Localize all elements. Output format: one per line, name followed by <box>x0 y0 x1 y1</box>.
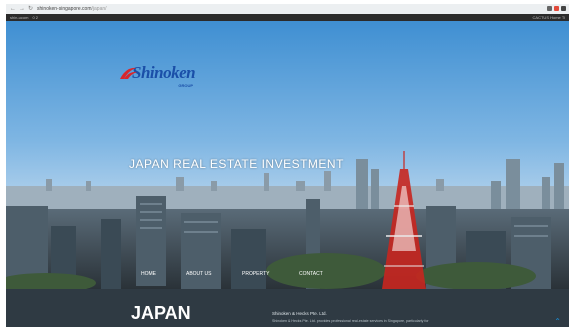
section-title: JAPAN <box>131 303 191 323</box>
hero-headline: JAPAN REAL ESTATE INVESTMENT <box>129 157 344 171</box>
logo-group-text: GROUP <box>178 83 194 88</box>
nav-contact[interactable]: CONTACT <box>299 271 323 277</box>
address-bar[interactable]: ← → ↻ shinoken-singapore.com/japan/ <box>6 4 569 14</box>
extension-icon[interactable] <box>554 6 559 11</box>
nav-home[interactable]: HOME <box>141 271 156 277</box>
tokyo-skyline-image <box>6 21 569 289</box>
shinoken-logo[interactable]: Shinoken GROUP <box>120 63 196 88</box>
bookmark-item[interactable]: 0 2 <box>32 14 38 21</box>
url-path: /japan/ <box>91 6 107 12</box>
back-icon[interactable]: ← <box>10 4 16 14</box>
hero-banner: Shinoken GROUP JAPAN REAL ESTATE INVESTM… <box>6 21 569 289</box>
main-nav: HOME ABOUT US PROPERTY CONTACT <box>6 271 569 283</box>
nav-about-us[interactable]: ABOUT US <box>186 271 211 277</box>
nav-controls: ← → ↻ <box>10 4 33 14</box>
menu-icon[interactable] <box>561 6 566 11</box>
forward-icon[interactable]: → <box>19 4 25 14</box>
company-description: Shinoken & Hecks Pte. Ltd. provides prof… <box>272 319 429 323</box>
url-domain: shinoken-singapore.com <box>37 6 92 12</box>
bookmark-item[interactable]: CACTUS Home Ti <box>533 14 565 21</box>
logo-swoosh-icon <box>120 67 137 79</box>
scroll-top-icon[interactable]: ⌃ <box>554 317 561 326</box>
extension-icons <box>547 6 566 11</box>
browser-window: ← → ↻ shinoken-singapore.com/japan/ shin… <box>6 4 569 327</box>
company-name: Shinoken & Hecks Pte. Ltd. <box>272 311 327 316</box>
extension-icon[interactable] <box>547 6 552 11</box>
intro-section: JAPAN Shinoken & Hecks Pte. Ltd. Shinoke… <box>6 289 569 327</box>
logo-text: Shinoken <box>132 63 196 82</box>
nav-property[interactable]: PROPERTY <box>242 271 269 277</box>
bookmarks-bar: shin-ucom 0 2 CACTUS Home Ti <box>6 14 569 21</box>
url-text[interactable]: shinoken-singapore.com/japan/ <box>37 4 107 14</box>
reload-icon[interactable]: ↻ <box>28 4 33 14</box>
bookmark-item[interactable]: shin-ucom <box>10 14 28 21</box>
